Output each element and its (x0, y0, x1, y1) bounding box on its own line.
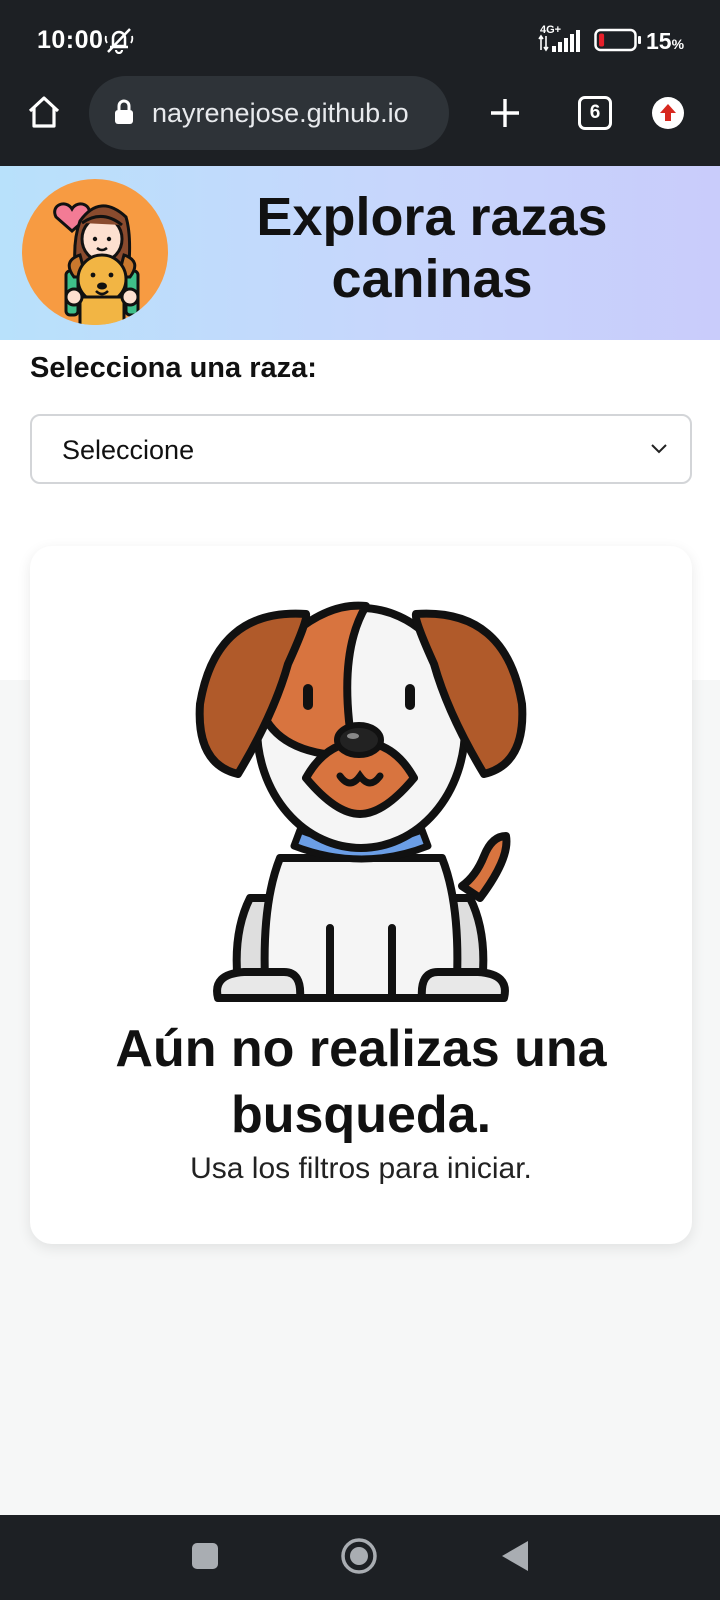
status-time: 10:00 (37, 26, 104, 54)
battery-unit: % (671, 36, 685, 52)
empty-state-card: Aún no realizas una busqueda. Usa los fi… (30, 546, 692, 1244)
breed-filter-label: Selecciona una raza: (30, 352, 317, 384)
status-bar: 10:00 4G+ 15% (0, 0, 720, 82)
logo-avatar (22, 179, 168, 325)
home-icon[interactable] (26, 94, 62, 130)
battery-value: 15 (646, 28, 672, 54)
notifications-muted-icon (104, 28, 134, 54)
battery-icon (594, 28, 641, 52)
tabs-icon[interactable]: 6 (578, 96, 612, 130)
girl-with-dog-icon (53, 202, 140, 325)
empty-state-subtitle: Usa los filtros para iniciar. (190, 1152, 532, 1185)
battery-percent: 15% (646, 28, 684, 55)
page-header: Explora razas caninas (0, 166, 720, 340)
new-tab-icon[interactable] (488, 96, 522, 130)
update-icon[interactable] (651, 96, 685, 130)
chevron-down-icon[interactable] (650, 442, 668, 456)
back-icon[interactable] (500, 1540, 530, 1572)
recents-icon[interactable] (191, 1542, 219, 1570)
page-content: Explora razas caninas Selecciona una raz… (0, 166, 720, 1515)
signal-icon (538, 30, 580, 52)
empty-state-title: Aún no realizas una busqueda. (115, 1020, 607, 1144)
dog-illustration (195, 601, 527, 1002)
page-title: Explora razas caninas (256, 187, 608, 309)
lock-icon[interactable] (113, 98, 135, 126)
url-text[interactable]: nayrenejose.github.io (152, 98, 409, 129)
breed-select[interactable]: Seleccione (30, 414, 692, 484)
breed-select-value[interactable]: Seleccione (62, 435, 194, 466)
nav-home-icon[interactable] (340, 1537, 378, 1575)
